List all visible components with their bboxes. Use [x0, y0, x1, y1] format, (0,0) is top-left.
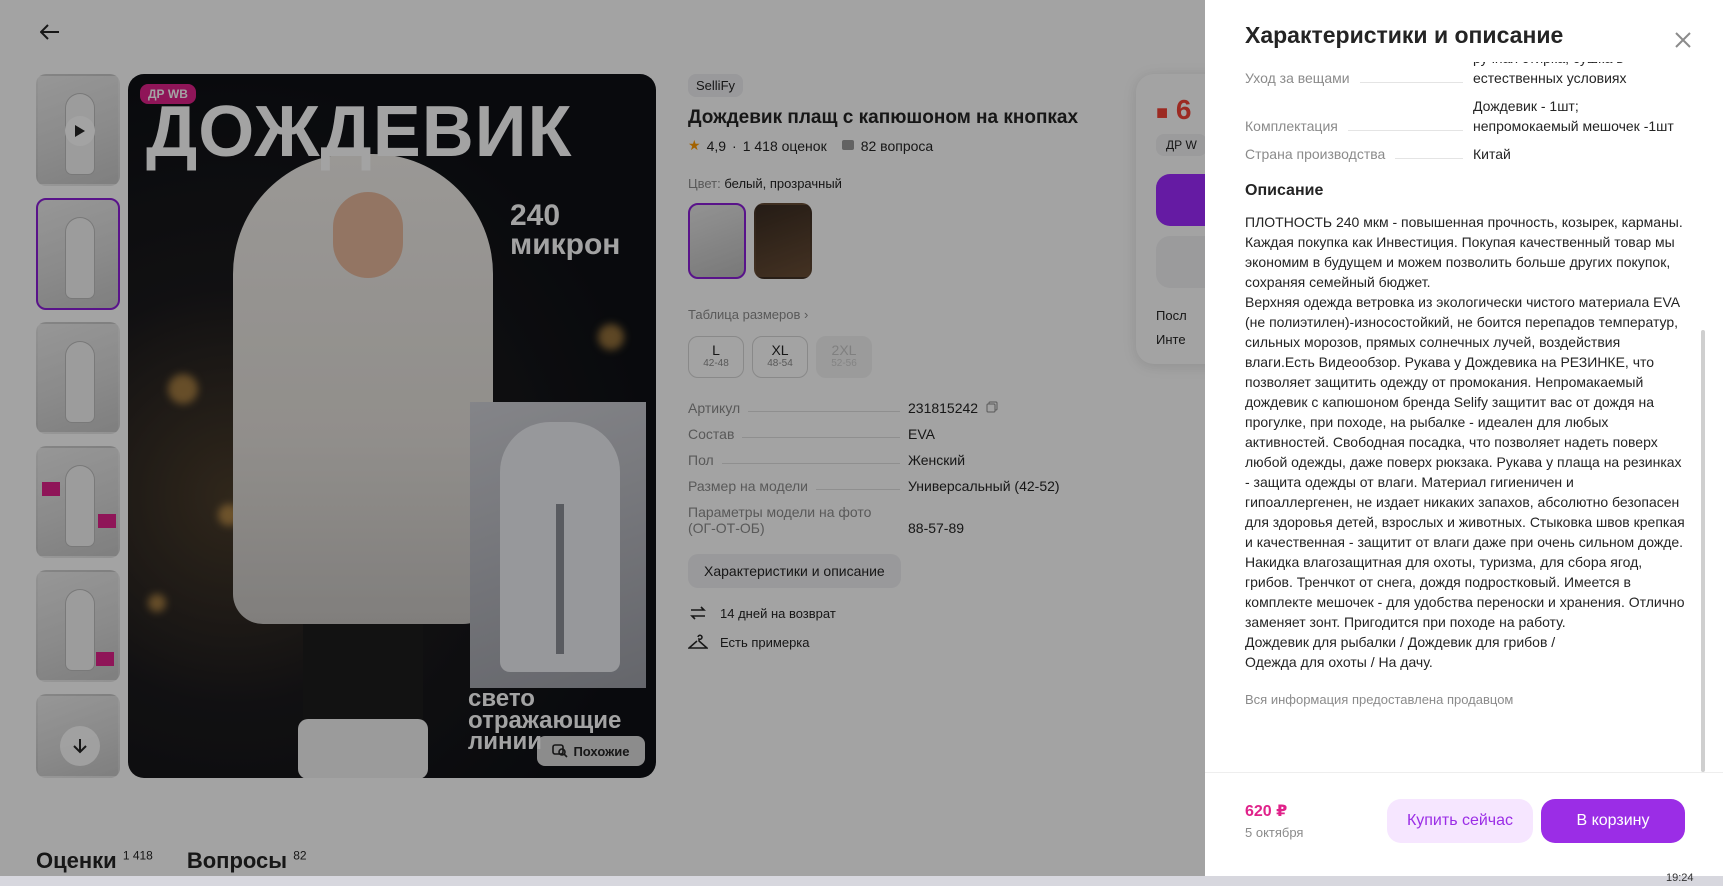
drawer-scrollbar[interactable] [1701, 330, 1705, 772]
drawer-spec-row: Уход за вещами ручная стирка, сушка в ес… [1245, 62, 1685, 88]
drawer-spec-value: Китай [1473, 146, 1511, 162]
drawer-spec-row: Комплектация Дождевик - 1шт; непромокаем… [1245, 96, 1685, 136]
drawer-spec-value: Дождевик - 1шт; непромокаемый мешочек -1… [1473, 98, 1674, 134]
drawer-spec-key: Уход за вещами [1245, 70, 1350, 86]
os-taskbar: 19:24 [0, 872, 1723, 886]
leader-line [1395, 158, 1463, 159]
add-to-cart-button[interactable]: В корзину [1541, 799, 1685, 843]
description-text: ПЛОТНОСТЬ 240 мкм - повышенная прочность… [1245, 214, 1685, 670]
buy-now-button[interactable]: Купить сейчас [1387, 799, 1533, 843]
taskbar-clock: 19:24 [1666, 872, 1694, 884]
drawer-spec-value: ручная стирка, сушка в естественных усло… [1473, 62, 1627, 86]
delivery-date: 5 октября [1245, 825, 1304, 840]
drawer-price: 620 ₽ [1245, 803, 1288, 820]
description-heading: Описание [1245, 182, 1324, 199]
drawer-spec-row: Страна производства Китай [1245, 144, 1685, 164]
seller-note: Вся информация предоставлена продавцом [1245, 692, 1514, 707]
close-button[interactable] [1671, 28, 1695, 52]
drawer-scroll-area[interactable]: Уход за вещами ручная стирка, сушка в ес… [1245, 62, 1685, 772]
drawer-spec-key: Комплектация [1245, 118, 1338, 134]
leader-line [1359, 82, 1463, 83]
close-icon [1675, 32, 1691, 48]
characteristics-drawer: Характеристики и описание Уход за вещами… [1205, 0, 1723, 876]
drawer-title: Характеристики и описание [1245, 22, 1564, 48]
leader-line [1347, 130, 1463, 131]
drawer-spec-key: Страна производства [1245, 146, 1386, 162]
drawer-footer: 620 ₽ 5 октября Купить сейчас В корзину [1205, 772, 1723, 876]
